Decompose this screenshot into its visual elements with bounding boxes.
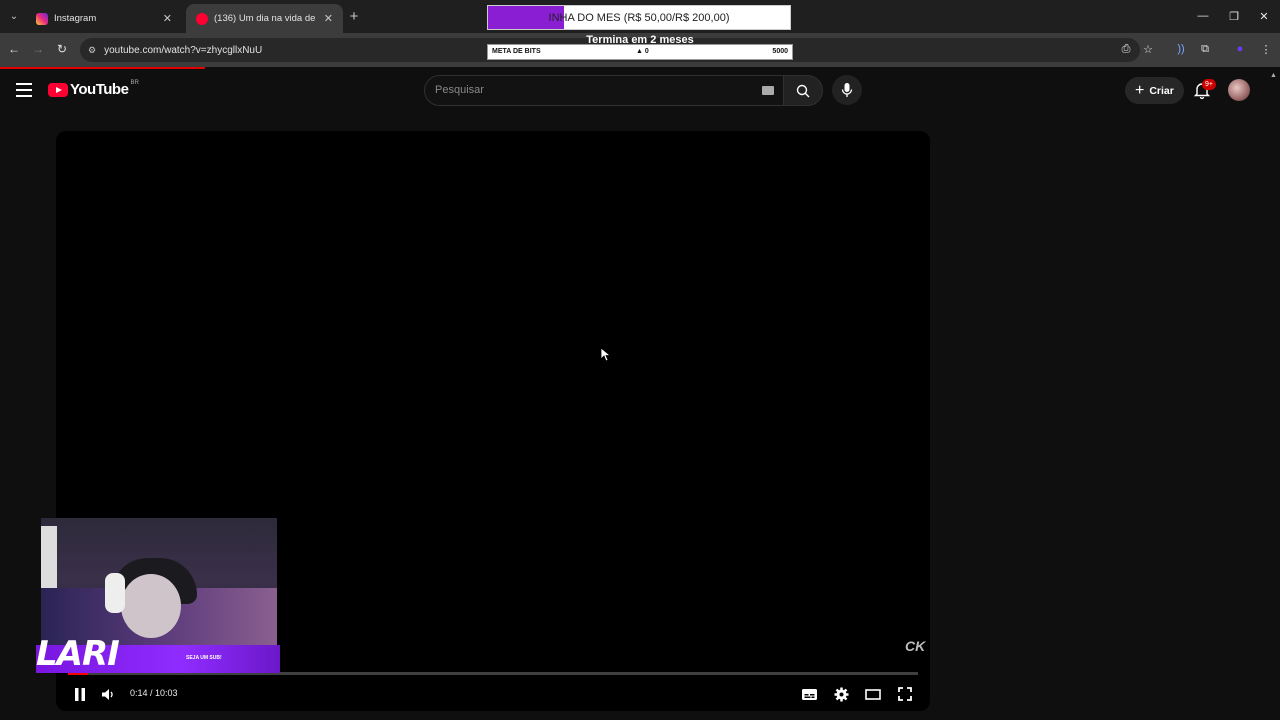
bits-current: ▲ 0 xyxy=(636,48,649,55)
tab-youtube[interactable]: (136) Um dia na vida de um ga ✕ xyxy=(186,4,343,33)
subtitles-button[interactable] xyxy=(799,684,819,704)
pause-button[interactable] xyxy=(70,684,90,704)
create-label: Criar xyxy=(1149,84,1174,97)
bits-label: META DE BITS xyxy=(492,48,541,55)
tab-title: Instagram xyxy=(54,13,97,24)
fullscreen-button[interactable] xyxy=(895,684,915,704)
theater-mode-icon xyxy=(865,688,881,700)
reload-icon[interactable]: ↻ xyxy=(53,40,71,58)
youtube-masthead: YouTube BR Pesquisar + Criar 9+ xyxy=(0,69,1280,113)
guide-menu-icon[interactable] xyxy=(16,83,32,97)
logo-wordmark: YouTube xyxy=(70,81,129,98)
voice-search-button[interactable] xyxy=(832,75,862,105)
forward-arrow-icon[interactable]: → xyxy=(29,40,47,58)
search-button[interactable] xyxy=(783,75,823,106)
window-close-icon[interactable]: ✕ xyxy=(1252,6,1276,26)
streamer-subtitle: SEJA UM SUB! xyxy=(186,655,222,661)
bits-max: 5000 xyxy=(772,48,788,55)
tab-close-icon[interactable]: ✕ xyxy=(324,12,333,25)
site-info-icon[interactable]: ⚙ xyxy=(88,45,96,56)
bits-current-value: 0 xyxy=(644,48,649,55)
youtube-logo[interactable]: YouTube BR xyxy=(48,79,139,98)
account-avatar[interactable] xyxy=(1228,79,1250,101)
search-icon xyxy=(796,84,810,97)
mute-button[interactable] xyxy=(98,684,118,704)
subtitles-icon xyxy=(801,688,817,700)
extension-audio-icon[interactable]: )) xyxy=(1173,41,1189,57)
goal-text: INHA DO MES (R$ 50,00/R$ 200,00) xyxy=(548,11,730,24)
scrollbar-up-arrow-icon[interactable]: ▲ xyxy=(1270,72,1277,79)
country-code: BR xyxy=(130,79,139,86)
tab-search-chevron-icon[interactable]: ⌄ xyxy=(4,6,24,26)
bits-goal-widget: META DE BITS ▲ 0 5000 xyxy=(487,44,793,60)
bookmark-star-icon[interactable]: ☆ xyxy=(1140,41,1156,57)
tab-close-icon[interactable]: ✕ xyxy=(163,12,172,25)
back-arrow-icon[interactable]: ← xyxy=(5,40,23,58)
webcam-person-face xyxy=(121,574,181,638)
restore-icon[interactable]: ❐ xyxy=(1222,6,1246,26)
tab-instagram[interactable]: Instagram ✕ xyxy=(26,4,182,33)
channel-watermark: CK xyxy=(905,638,926,654)
webcam-headset xyxy=(105,573,125,613)
mouse-cursor-icon xyxy=(600,347,610,362)
youtube-favicon-icon xyxy=(196,12,208,25)
fullscreen-icon xyxy=(898,687,912,701)
install-app-icon[interactable]: ⎙ xyxy=(1118,41,1134,57)
pause-icon xyxy=(75,687,85,701)
youtube-play-logo-icon xyxy=(48,82,68,97)
time-display: 0:14 / 10:03 xyxy=(130,688,178,698)
gear-icon xyxy=(834,687,848,701)
keyboard-icon[interactable] xyxy=(762,86,774,95)
profile-icon[interactable]: ● xyxy=(1232,41,1248,57)
browser-menu-icon[interactable]: ⋮ xyxy=(1258,41,1274,57)
streamer-webcam xyxy=(41,518,277,645)
create-button[interactable]: + Criar xyxy=(1125,77,1184,104)
instagram-favicon-icon xyxy=(36,12,48,25)
plus-icon: + xyxy=(1135,81,1145,99)
settings-button[interactable] xyxy=(831,684,851,704)
notification-count-badge: 9+ xyxy=(1202,79,1216,90)
minimize-icon[interactable]: — xyxy=(1191,6,1215,26)
stream-goal-widget: INHA DO MES (R$ 50,00/R$ 200,00) xyxy=(487,5,791,30)
volume-icon xyxy=(102,688,113,700)
theater-mode-button[interactable] xyxy=(863,684,883,704)
search-box[interactable]: Pesquisar xyxy=(424,75,823,106)
streamer-name: LARI xyxy=(36,634,120,674)
microphone-icon xyxy=(841,83,853,97)
url-text: youtube.com/watch?v=zhycgllxNuU xyxy=(104,44,263,56)
tab-title: (136) Um dia na vida de um ga xyxy=(214,13,318,24)
new-tab-plus-icon[interactable]: + xyxy=(346,6,362,26)
extensions-puzzle-icon[interactable]: ⧉ xyxy=(1197,41,1213,57)
search-input[interactable]: Pesquisar xyxy=(435,84,484,96)
